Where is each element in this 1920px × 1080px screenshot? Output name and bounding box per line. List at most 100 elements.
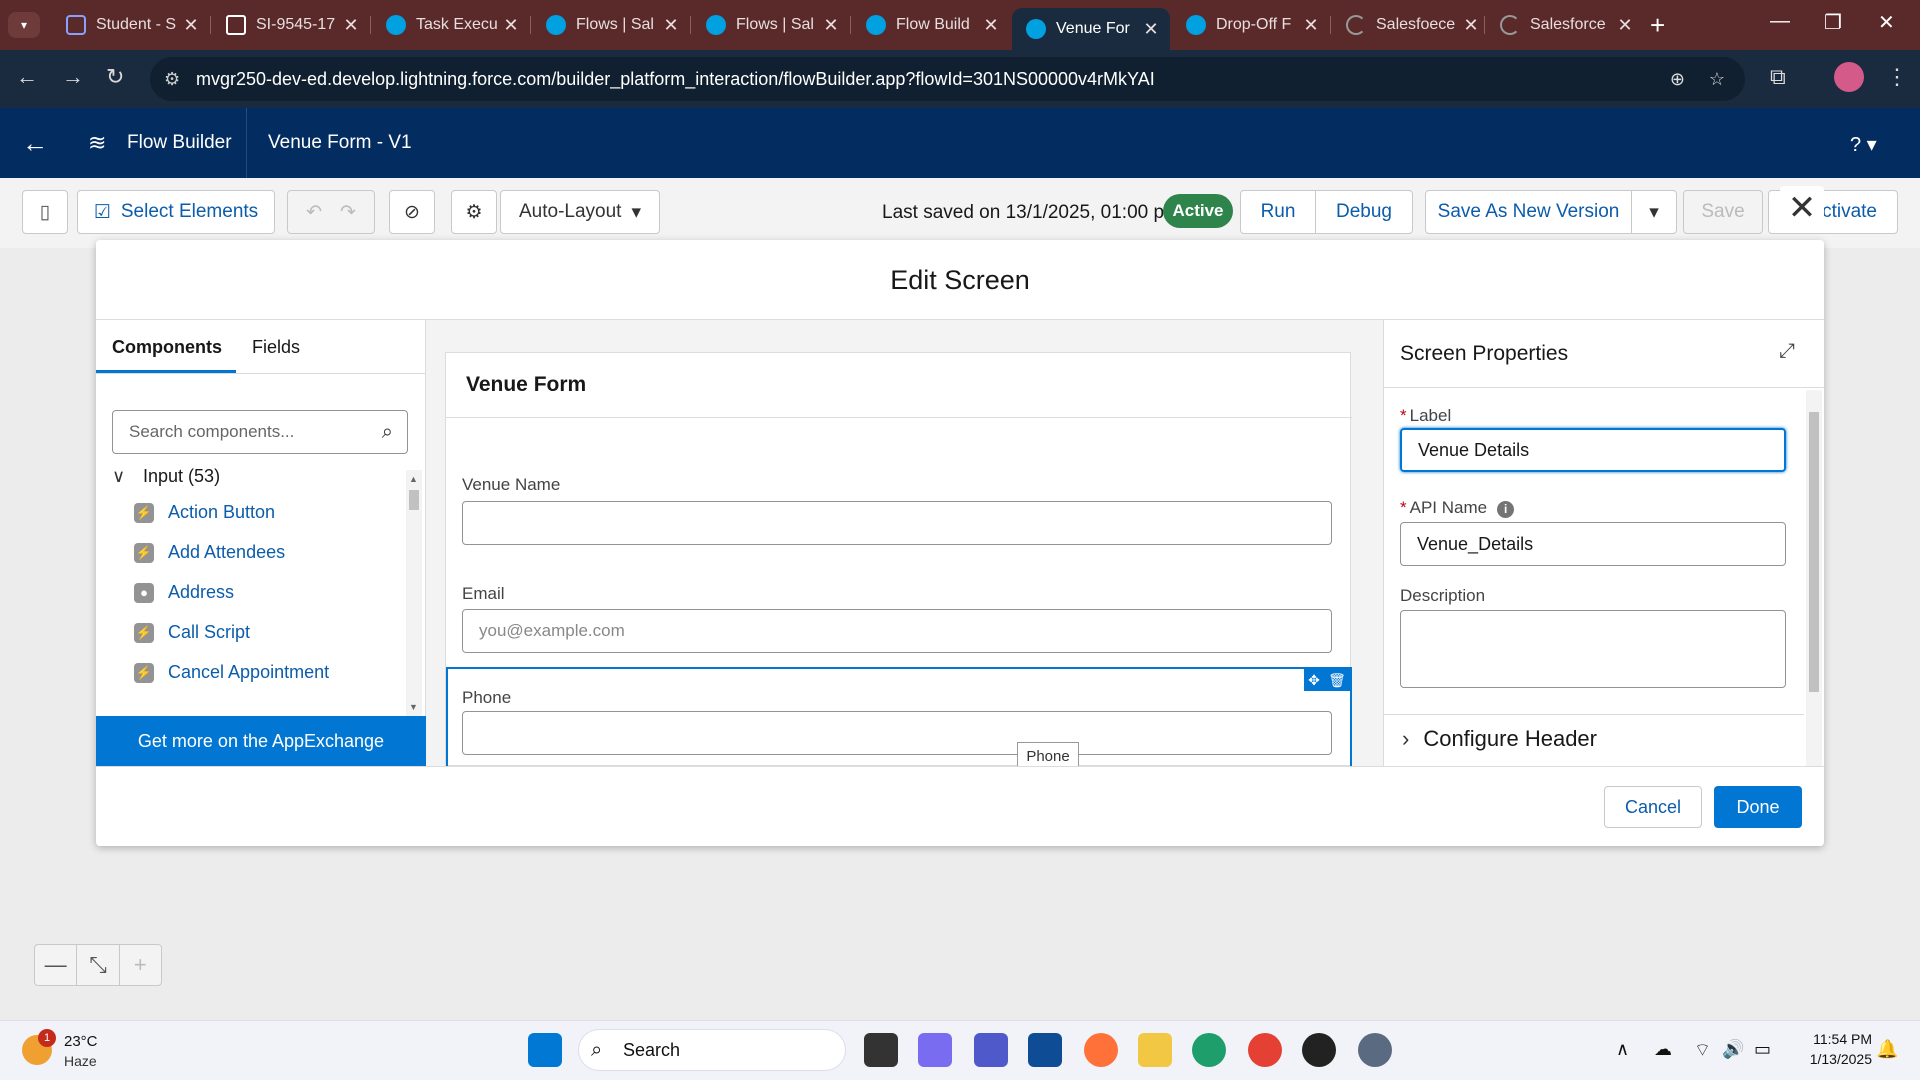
components-scrollbar[interactable]: ▲ ▼	[406, 470, 422, 716]
done-button[interactable]: Done	[1714, 786, 1802, 828]
expand-icon[interactable]: ⤢	[1779, 340, 1795, 363]
browser-tab[interactable]: Drop-Off F ✕	[1172, 8, 1330, 42]
move-icon[interactable]: ✥	[1308, 672, 1320, 689]
minimize-icon[interactable]: —	[1770, 10, 1790, 33]
profile-avatar[interactable]	[1834, 62, 1864, 92]
component-add-attendees[interactable]: ⚡ Add Attendees	[134, 542, 285, 563]
close-icon[interactable]: ✕	[180, 15, 202, 36]
info-icon[interactable]: i	[1497, 501, 1515, 518]
delete-icon[interactable]: 🗑	[1328, 672, 1346, 689]
close-icon[interactable]: ✕	[1460, 15, 1482, 36]
save-as-new-version-button[interactable]: Save As New Version	[1425, 190, 1632, 234]
component-cancel-appointment[interactable]: ⚡ Cancel Appointment	[134, 662, 329, 683]
appexchange-link[interactable]: Get more on the AppExchange	[96, 716, 426, 766]
select-elements-button[interactable]: ☑ Select Elements	[77, 190, 275, 234]
api-name-input[interactable]: Venue_Details	[1400, 522, 1786, 566]
browser-tab[interactable]: Flows | Sal ✕	[692, 8, 850, 42]
settings-button[interactable]: ⚙	[451, 190, 497, 234]
forward-icon[interactable]: →	[62, 64, 84, 90]
chrome-icon[interactable]	[1248, 1033, 1282, 1067]
close-icon[interactable]: ✕	[500, 15, 522, 36]
notification-bell-icon[interactable]: 🔔	[1876, 1039, 1898, 1060]
extensions-icon[interactable]: ⧉	[1770, 64, 1786, 90]
edge-icon[interactable]	[1192, 1033, 1226, 1067]
teams-icon[interactable]	[974, 1033, 1008, 1067]
store-icon[interactable]	[1028, 1033, 1062, 1067]
close-icon[interactable]: ✕	[660, 15, 682, 36]
errors-button[interactable]: ⊘	[389, 190, 435, 234]
new-tab-icon[interactable]: +	[1650, 10, 1665, 41]
onedrive-cloud-icon[interactable]: ☁	[1654, 1039, 1672, 1060]
tab-fields[interactable]: Fields	[252, 337, 300, 358]
task-view-icon[interactable]	[864, 1033, 898, 1067]
browser-tab[interactable]: SI-9545-17 ✕	[212, 8, 370, 42]
windows-start-icon[interactable]	[528, 1033, 562, 1067]
zoom-icon[interactable]: ⊕	[1670, 57, 1685, 101]
browser-tab[interactable]: Flows | Sal ✕	[532, 8, 690, 42]
browser-tab-active[interactable]: Venue For ✕	[1012, 8, 1170, 50]
layout-dropdown[interactable]: Auto-Layout ▾	[500, 190, 660, 234]
close-icon[interactable]: ✕	[1300, 15, 1322, 36]
clock-date[interactable]: 1/13/2025	[1790, 1051, 1872, 1067]
cancel-button[interactable]: Cancel	[1604, 786, 1702, 828]
description-textarea[interactable]	[1400, 610, 1786, 688]
browser-tab[interactable]: Salesforce ✕	[1486, 8, 1644, 42]
tab-search-menu-icon[interactable]: ▾	[8, 12, 40, 38]
taskbar-search[interactable]: ⌕ Search	[578, 1029, 846, 1071]
component-action-button[interactable]: ⚡ Action Button	[134, 502, 275, 523]
browser-tab[interactable]: Salesfoece ✕	[1332, 8, 1490, 42]
help-menu[interactable]: ? ▾	[1850, 132, 1877, 157]
email-field[interactable]: you@example.com	[462, 609, 1332, 653]
close-icon[interactable]: ✕	[1140, 19, 1162, 40]
back-icon[interactable]: ←	[16, 64, 38, 90]
site-settings-icon[interactable]: ⚙	[164, 57, 180, 101]
run-button[interactable]: Run	[1240, 190, 1316, 234]
browser-tab[interactable]: Student - S ✕	[52, 8, 210, 42]
venue-name-field[interactable]	[462, 501, 1332, 545]
browser-menu-icon[interactable]: ⋮	[1886, 64, 1908, 90]
zoom-out-icon[interactable]: —	[35, 945, 78, 985]
close-icon[interactable]: ✕	[340, 15, 362, 36]
debug-button[interactable]: Debug	[1315, 190, 1413, 234]
configure-header-section[interactable]: › Configure Header	[1402, 726, 1597, 752]
phone-field[interactable]	[462, 711, 1332, 755]
wifi-icon[interactable]: ⌔	[1694, 1039, 1711, 1062]
modal-close-icon[interactable]: ✕	[1780, 186, 1824, 230]
close-icon[interactable]: ✕	[980, 15, 1002, 36]
firefox-icon[interactable]	[1084, 1033, 1118, 1067]
redo-icon[interactable]: ↷	[340, 201, 356, 224]
label-input[interactable]: Venue Details	[1400, 428, 1786, 472]
input-group-toggle[interactable]: ∨ Input (53)	[112, 466, 220, 487]
reload-icon[interactable]: ↻	[106, 64, 124, 90]
file-explorer-icon[interactable]	[1138, 1033, 1172, 1067]
copilot-icon[interactable]	[918, 1033, 952, 1067]
show-hidden-icons-icon[interactable]: ∧	[1616, 1039, 1629, 1060]
save-options-button[interactable]: ▾	[1631, 190, 1677, 234]
toggle-panel-button[interactable]: ▯	[22, 190, 68, 234]
bookmark-star-icon[interactable]: ☆	[1709, 57, 1725, 101]
media-player-icon[interactable]	[1302, 1033, 1336, 1067]
component-address[interactable]: ● Address	[134, 582, 234, 603]
search-components-input[interactable]: Search components... ⌕	[112, 410, 408, 454]
browser-tab[interactable]: Task Execu ✕	[372, 8, 530, 42]
volume-icon[interactable]: 🔊	[1722, 1039, 1744, 1060]
undo-icon[interactable]: ↶	[306, 201, 322, 224]
clock-time[interactable]: 11:54 PM	[1798, 1031, 1872, 1047]
tab-components[interactable]: Components	[112, 337, 222, 358]
fit-view-icon[interactable]: ⤡	[77, 945, 120, 985]
zoom-in-icon[interactable]: +	[120, 945, 161, 985]
window-close-icon[interactable]: ✕	[1878, 10, 1895, 35]
battery-icon[interactable]: ▭	[1754, 1039, 1771, 1060]
properties-scrollbar[interactable]	[1806, 390, 1822, 766]
close-icon[interactable]: ✕	[1614, 15, 1636, 36]
restore-icon[interactable]: ❐	[1824, 10, 1842, 35]
back-arrow-icon[interactable]: ←	[22, 128, 48, 159]
save-button[interactable]: Save	[1683, 190, 1763, 234]
close-icon[interactable]: ✕	[820, 15, 842, 36]
modal-body: Components Fields Search components... ⌕…	[96, 320, 1824, 772]
chevron-right-icon: ›	[1402, 726, 1410, 751]
url-bar[interactable]: ⚙ mvgr250-dev-ed.develop.lightning.force…	[150, 57, 1745, 101]
settings-gear-icon[interactable]	[1358, 1033, 1392, 1067]
browser-tab[interactable]: Flow Build ✕	[852, 8, 1010, 42]
component-call-script[interactable]: ⚡ Call Script	[134, 622, 250, 643]
